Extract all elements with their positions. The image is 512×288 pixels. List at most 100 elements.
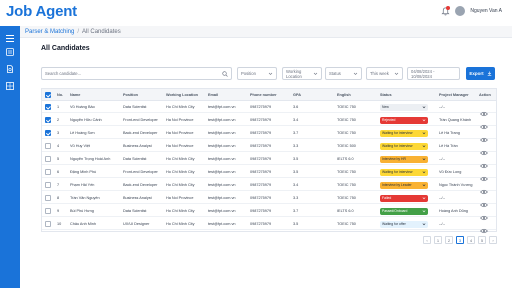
breadcrumb-separator: / bbox=[77, 28, 80, 35]
table-row[interactable]: 5 Nguyễn Trọng Hoài Anh Data Scientist Ho C… bbox=[42, 153, 496, 169]
cell-position: Business Analyst bbox=[123, 196, 152, 200]
view-eye-icon[interactable] bbox=[480, 104, 488, 117]
search-input[interactable]: Search candidate... bbox=[41, 67, 232, 80]
table-row[interactable]: 10 Châu Anh Minh UX/UI Designer Ho Chi Minh… bbox=[42, 218, 496, 234]
view-eye-icon[interactable] bbox=[480, 156, 488, 169]
status-select[interactable]: Interview by Leader bbox=[380, 181, 428, 189]
chevron-down-icon bbox=[313, 71, 318, 77]
cell-pm: Trần Quang Khánh bbox=[439, 118, 472, 122]
status-select[interactable]: Waiting for interview bbox=[380, 142, 428, 150]
cell-gpa: 3.5 bbox=[293, 222, 299, 226]
cell-email: test@fpt.com.vn bbox=[208, 118, 236, 122]
col-project-manager[interactable]: Project Manager bbox=[439, 93, 469, 97]
position-select-value: Position bbox=[241, 71, 256, 76]
cell-pm: Lê Hà Trần bbox=[439, 144, 458, 148]
col-english[interactable]: English bbox=[337, 93, 351, 97]
page-next-button[interactable]: › bbox=[489, 236, 497, 244]
chevron-down-icon bbox=[422, 170, 426, 175]
menu-icon[interactable] bbox=[5, 33, 15, 43]
chevron-down-icon bbox=[422, 131, 426, 136]
col-phone[interactable]: Phone number bbox=[250, 93, 277, 97]
app-logo[interactable]: Job Agent bbox=[6, 3, 77, 20]
cell-phone: 0987275979 bbox=[250, 105, 272, 109]
row-checkbox[interactable] bbox=[45, 117, 51, 123]
view-eye-icon[interactable] bbox=[480, 221, 488, 234]
row-checkbox[interactable] bbox=[45, 104, 51, 110]
page-prev-button[interactable]: ‹ bbox=[423, 236, 431, 244]
period-select[interactable]: This week bbox=[366, 67, 403, 80]
location-select[interactable]: Working Location bbox=[282, 67, 322, 80]
status-select[interactable]: Failed bbox=[380, 194, 428, 202]
table-row[interactable]: 3 Lê Hoàng Sơn Back-end Developer Ha Noi Pr… bbox=[42, 127, 496, 143]
status-select[interactable]: New bbox=[380, 103, 428, 111]
cell-no: 3 bbox=[57, 131, 60, 135]
page-button[interactable]: 4 bbox=[467, 236, 475, 244]
export-button[interactable]: Export bbox=[466, 67, 495, 80]
cell-name: Nguyễn Hữu Cảnh bbox=[70, 118, 102, 122]
page-button[interactable]: 2 bbox=[445, 236, 453, 244]
view-eye-icon[interactable] bbox=[480, 117, 488, 130]
col-email[interactable]: Email bbox=[208, 93, 218, 97]
row-checkbox[interactable] bbox=[45, 130, 51, 136]
cell-location: Ha Noi Province bbox=[166, 131, 194, 135]
status-select[interactable]: Waiting for interview bbox=[380, 168, 428, 176]
table-row[interactable]: 9 Bùi Phú Hưng Data Scientist Ho Chi Minh C… bbox=[42, 205, 496, 221]
position-select[interactable]: Position bbox=[237, 67, 277, 80]
cell-pm: --/-- bbox=[439, 196, 446, 200]
cell-name: Bùi Phú Hưng bbox=[70, 209, 94, 213]
status-select[interactable]: Waiting for offer bbox=[380, 220, 428, 228]
view-eye-icon[interactable] bbox=[480, 195, 488, 208]
status-select[interactable]: Waiting for interview bbox=[380, 129, 428, 137]
cell-location: Ho Chi Minh City bbox=[166, 170, 195, 174]
table-row[interactable]: 1 Vũ Hoàng Bảo Data Scientist Ho Chi Minh C… bbox=[42, 101, 496, 117]
col-status[interactable]: Status bbox=[380, 93, 392, 97]
cell-position: Business Analyst bbox=[123, 144, 152, 148]
notification-bell-icon[interactable] bbox=[440, 6, 451, 16]
view-eye-icon[interactable] bbox=[480, 143, 488, 156]
view-eye-icon[interactable] bbox=[480, 208, 488, 221]
view-eye-icon[interactable] bbox=[480, 130, 488, 143]
breadcrumb-parent[interactable]: Parser & Matching bbox=[25, 29, 74, 35]
table-row[interactable]: 7 Phạm Hải Yến Back-end Developer Ho Chi Mi… bbox=[42, 179, 496, 195]
cell-location: Ho Chi Minh City bbox=[166, 183, 195, 187]
username[interactable]: Nguyen Van A bbox=[470, 8, 502, 14]
page-button-active[interactable]: 3 bbox=[456, 236, 464, 244]
cell-no: 7 bbox=[57, 183, 60, 187]
table-row[interactable]: 8 Trần Văn Nguyên Business Analyst Ha Noi P… bbox=[42, 192, 496, 208]
status-select[interactable]: Rejected bbox=[380, 116, 428, 124]
grid-icon[interactable] bbox=[5, 81, 15, 91]
cell-email: test@fpt.com.vn bbox=[208, 196, 236, 200]
cell-position: UX/UI Designer bbox=[123, 222, 150, 226]
page-button[interactable]: 5 bbox=[478, 236, 486, 244]
date-range-input[interactable]: 04/08/2024 - 10/08/2024 bbox=[407, 67, 460, 80]
col-gpa[interactable]: GPA bbox=[293, 93, 301, 97]
col-location[interactable]: Working Location bbox=[166, 93, 198, 97]
view-eye-icon[interactable] bbox=[480, 169, 488, 182]
document-icon[interactable] bbox=[5, 64, 15, 74]
table-row[interactable]: 2 Nguyễn Hữu Cảnh Front-end Developer Ha No… bbox=[42, 114, 496, 130]
cell-email: test@fpt.com.vn bbox=[208, 105, 236, 109]
table-row[interactable]: 4 Vũ Huy Việt Business Analyst Ha Noi Provi… bbox=[42, 140, 496, 156]
status-select[interactable]: Status bbox=[325, 67, 362, 80]
user-list-icon[interactable] bbox=[5, 47, 15, 57]
col-position[interactable]: Position bbox=[123, 93, 138, 97]
page-button[interactable]: 1 bbox=[434, 236, 442, 244]
row-checkbox[interactable] bbox=[45, 182, 51, 188]
status-select[interactable]: Passed/Onboard bbox=[380, 207, 428, 215]
row-checkbox[interactable] bbox=[45, 208, 51, 214]
cell-english: TOEIC 750 bbox=[337, 222, 356, 226]
status-select[interactable]: Interview by HR bbox=[380, 155, 428, 163]
row-checkbox[interactable] bbox=[45, 195, 51, 201]
search-icon[interactable] bbox=[222, 71, 228, 78]
avatar[interactable] bbox=[455, 6, 466, 16]
row-checkbox[interactable] bbox=[45, 221, 51, 227]
row-checkbox[interactable] bbox=[45, 143, 51, 149]
row-checkbox[interactable] bbox=[45, 156, 51, 162]
select-all-checkbox[interactable] bbox=[45, 92, 51, 98]
cell-position: Front-end Developer bbox=[123, 170, 158, 174]
view-eye-icon[interactable] bbox=[480, 182, 488, 195]
table-row[interactable]: 6 Đặng Minh Phú Front-end Developer Ho Chi … bbox=[42, 166, 496, 182]
col-name[interactable]: Name bbox=[70, 93, 80, 97]
row-checkbox[interactable] bbox=[45, 169, 51, 175]
chevron-down-icon bbox=[394, 71, 399, 77]
